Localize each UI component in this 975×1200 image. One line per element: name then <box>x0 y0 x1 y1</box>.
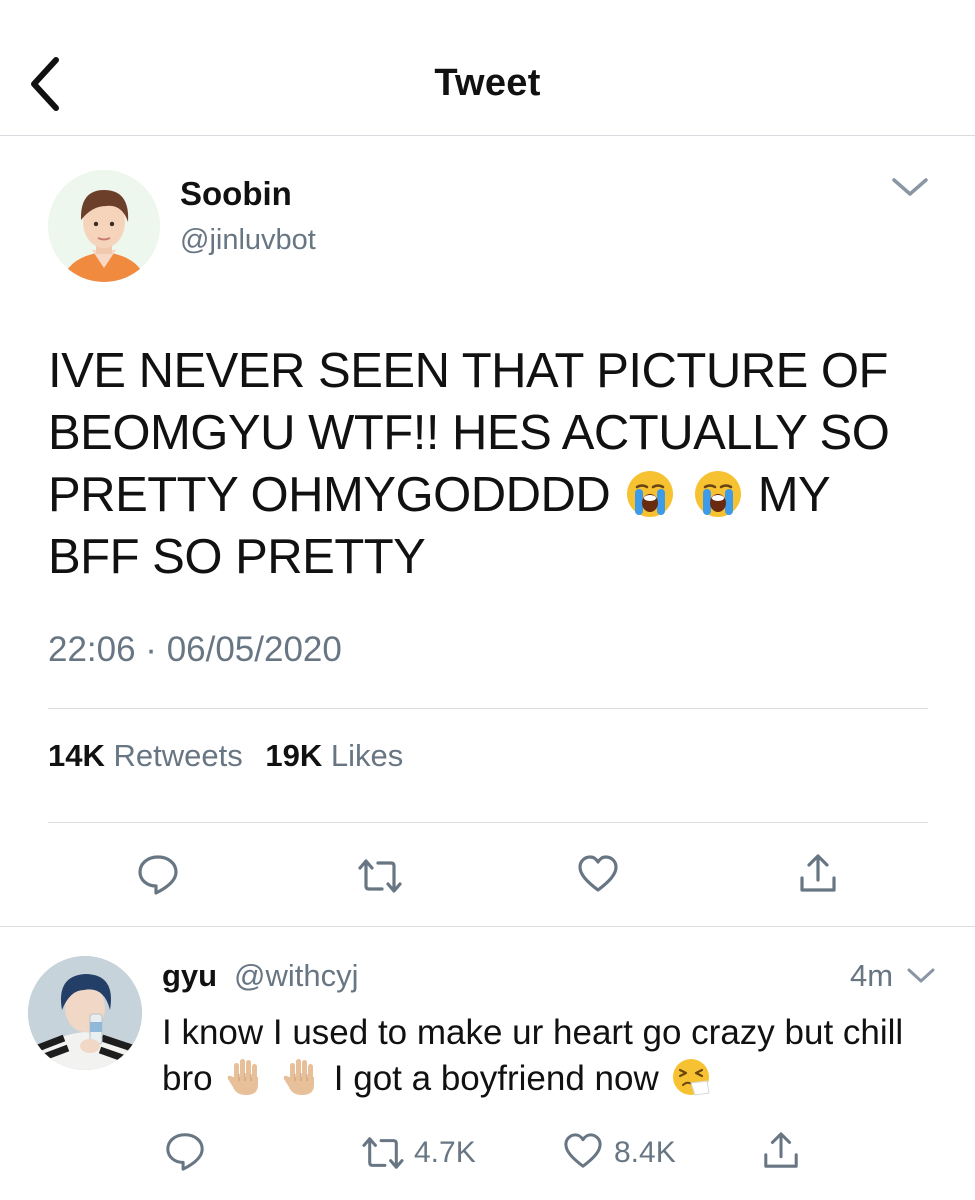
likes-label: Likes <box>330 738 404 773</box>
heart-icon <box>564 1133 602 1168</box>
reply-button[interactable] <box>136 852 180 901</box>
reply-icon <box>166 1133 204 1171</box>
share-icon <box>764 1132 798 1168</box>
reply-retweet-button[interactable] <box>360 1134 406 1177</box>
avatar[interactable] <box>48 170 160 282</box>
page-title: Tweet <box>434 62 541 104</box>
loudly-crying-face-emoji <box>693 469 743 519</box>
reply-icon <box>138 855 178 895</box>
reply-text: I know I used to make ur heart go crazy … <box>162 1010 952 1102</box>
retweets-stat[interactable]: 14K Retweets <box>48 738 243 774</box>
likes-stat[interactable]: 19K Likes <box>265 738 403 774</box>
section-divider <box>0 926 975 927</box>
retweet-icon <box>358 859 402 893</box>
profile-photo <box>28 956 142 1070</box>
reply-time: 4m <box>850 958 894 993</box>
heart-icon <box>578 855 618 892</box>
retweets-count: 14K <box>48 738 105 773</box>
tweet-text: IVE NEVER SEEN THAT PICTURE OF BEOMGYU W… <box>48 340 928 588</box>
tweet-options-button[interactable] <box>888 170 932 206</box>
reply-like-button[interactable] <box>562 1132 604 1175</box>
reply-author-handle[interactable]: @withcyj <box>234 958 358 994</box>
loudly-crying-face-emoji <box>625 469 675 519</box>
divider <box>48 822 928 823</box>
sneezing-face-emoji <box>671 1057 711 1097</box>
share-icon <box>800 854 836 892</box>
reply-options-button[interactable] <box>904 962 938 990</box>
author-handle[interactable]: @jinluvbot <box>180 224 316 257</box>
retweets-label: Retweets <box>113 738 243 773</box>
reply-like-count: 8.4K <box>614 1136 676 1169</box>
reply-share-button[interactable] <box>762 1130 800 1177</box>
author-name[interactable]: Soobin <box>180 175 292 213</box>
chevron-down-icon <box>907 968 935 983</box>
share-button[interactable] <box>798 852 838 901</box>
retweet-icon <box>362 1137 404 1169</box>
chevron-down-icon <box>892 178 928 196</box>
tweet-timestamp: 22:06 · 06/05/2020 <box>48 630 342 669</box>
likes-count: 19K <box>265 738 323 773</box>
divider <box>48 708 928 709</box>
profile-photo <box>48 170 160 282</box>
raised-hand-emoji <box>281 1057 321 1097</box>
reply-reply-button[interactable] <box>164 1130 206 1177</box>
raised-hand-emoji <box>225 1057 265 1097</box>
reply-avatar[interactable] <box>28 956 142 1070</box>
tweet-stats: 14K Retweets 19K Likes <box>48 738 417 774</box>
reply-text-part2: I got a boyfriend now <box>333 1059 659 1098</box>
top-bar: Tweet <box>0 0 975 136</box>
retweet-button[interactable] <box>356 856 404 901</box>
reply-author-name[interactable]: gyu <box>162 958 217 994</box>
like-button[interactable] <box>576 854 620 899</box>
reply-retweet-count: 4.7K <box>414 1136 476 1169</box>
